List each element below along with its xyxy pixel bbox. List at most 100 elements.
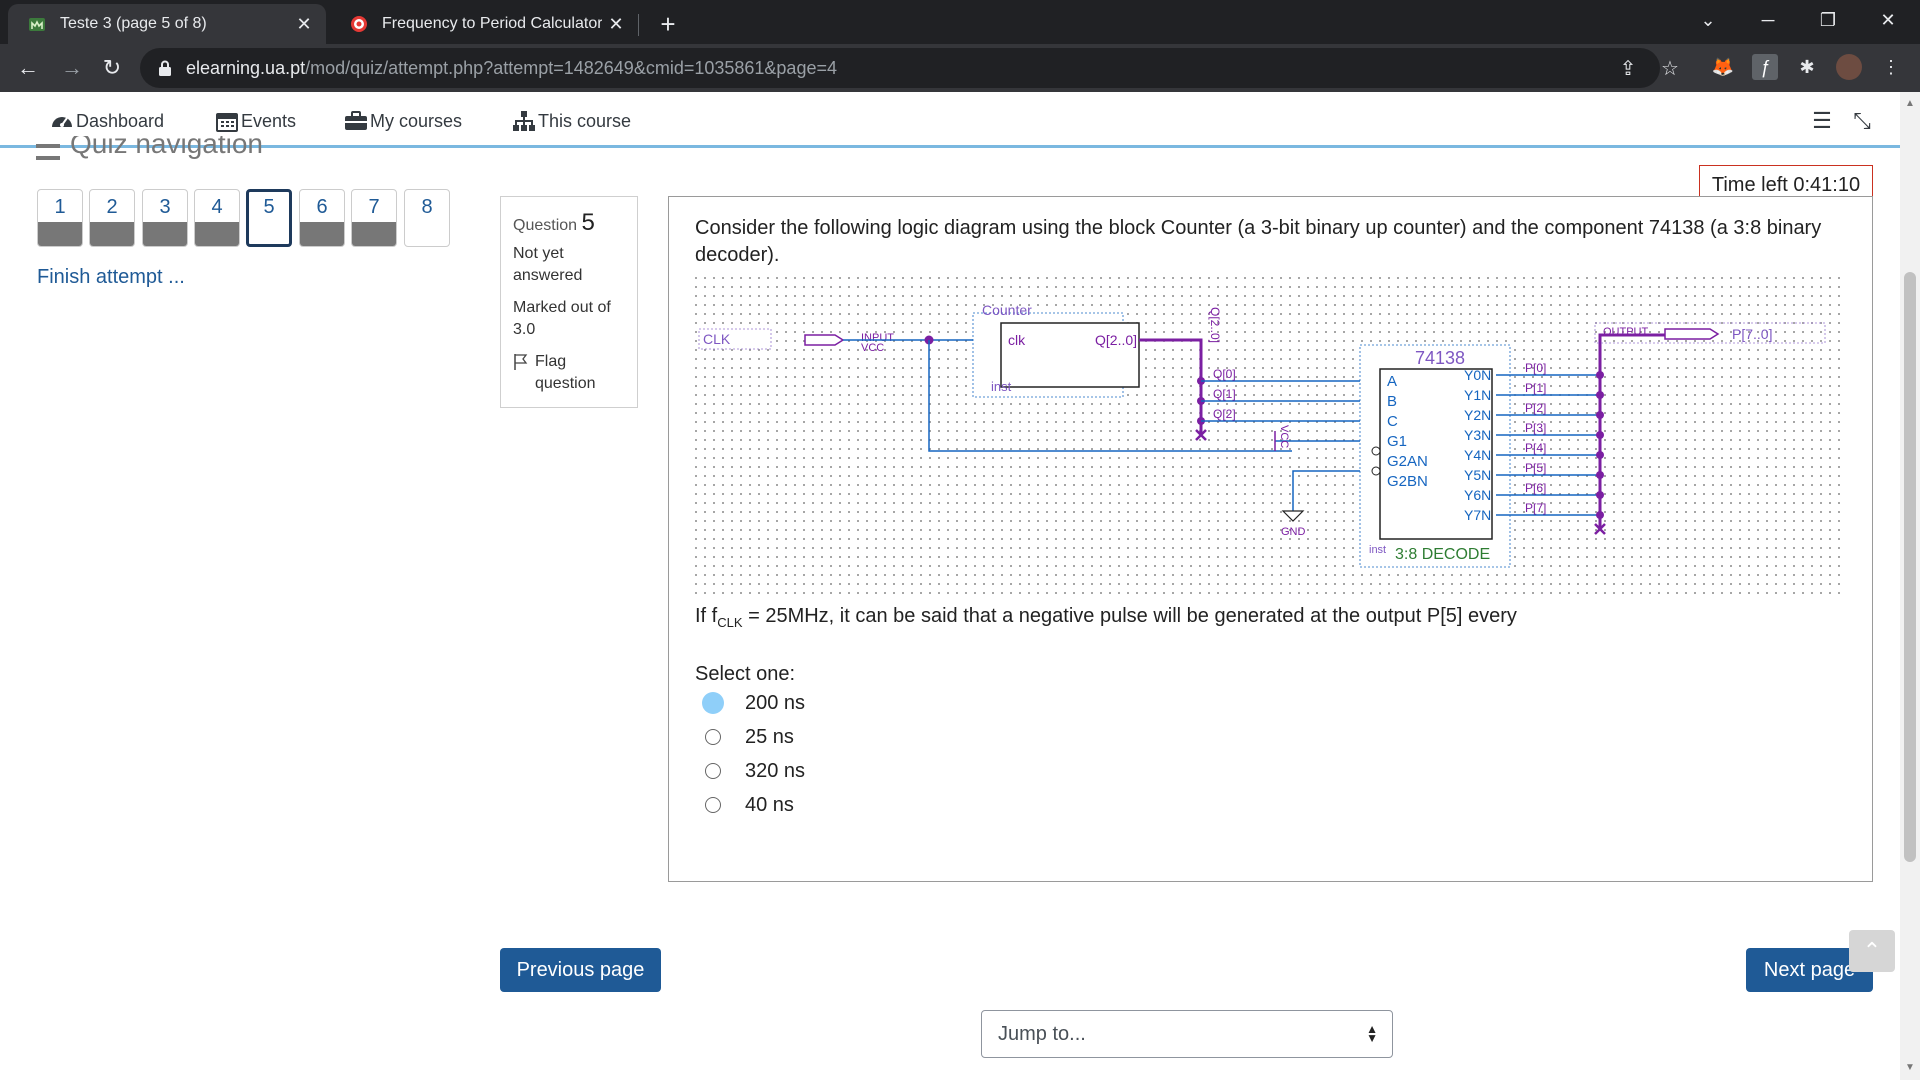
option-label: 25 ns xyxy=(745,725,794,748)
question-button-1[interactable]: 1 xyxy=(37,189,83,247)
tab-title: Teste 3 (page 5 of 8) xyxy=(60,15,207,32)
select-one-label: Select one: xyxy=(695,663,796,685)
nav-dashboard[interactable]: Dashboard xyxy=(50,108,164,134)
finish-attempt-link[interactable]: Finish attempt ... xyxy=(37,266,185,289)
answer-option-200ns[interactable]: 200 ns xyxy=(702,688,805,718)
question-button-2[interactable]: 2 xyxy=(89,189,135,247)
answer-option-25ns[interactable]: 25 ns xyxy=(705,722,794,752)
drawer-toggle-icon[interactable]: ☰ xyxy=(1808,108,1836,134)
scrollbar-thumb[interactable] xyxy=(1904,272,1916,862)
decoder-input-b: B xyxy=(1387,393,1397,410)
nav-my-courses[interactable]: My courses xyxy=(344,108,462,134)
decoder-output-y0: Y0N xyxy=(1464,367,1491,383)
nav-this-course[interactable]: This course xyxy=(512,108,631,134)
counter-inst-label: inst xyxy=(991,379,1012,394)
p1-label: P[1] xyxy=(1525,381,1546,395)
nav-label: My courses xyxy=(370,110,463,131)
question-button-7[interactable]: 7 xyxy=(351,189,397,247)
clk-label: CLK xyxy=(703,331,731,347)
decoder-title: 74138 xyxy=(1415,348,1465,368)
input-pin xyxy=(804,334,845,346)
browser-tab-bar: Teste 3 (page 5 of 8) ✕ Frequency to Per… xyxy=(0,0,1920,44)
restore-icon[interactable]: ❐ xyxy=(1800,0,1856,40)
g2bn-inverter-bubble xyxy=(1371,466,1381,476)
vcc-label: VCC xyxy=(861,342,884,354)
radio-button[interactable] xyxy=(705,763,721,779)
counter-title: Counter xyxy=(982,302,1032,318)
radio-button[interactable] xyxy=(705,797,721,813)
minimize-icon[interactable]: ─ xyxy=(1740,0,1796,40)
previous-page-button[interactable]: Previous page xyxy=(500,948,661,992)
question-button-8[interactable]: 8 xyxy=(404,189,450,247)
output-pin xyxy=(1664,328,1720,340)
prompt-text: If f xyxy=(695,605,718,627)
tab-quiz[interactable]: Teste 3 (page 5 of 8) ✕ xyxy=(8,4,326,44)
question-number: 7 xyxy=(368,196,380,218)
question-button-4[interactable]: 4 xyxy=(194,189,240,247)
question-button-6[interactable]: 6 xyxy=(299,189,345,247)
question-button-3[interactable]: 3 xyxy=(142,189,188,247)
dashboard-icon xyxy=(52,117,72,127)
tab-separator xyxy=(638,14,639,36)
decoder-input-g1: G1 xyxy=(1387,433,1407,450)
answered-indicator xyxy=(38,222,82,246)
answer-option-40ns[interactable]: 40 ns xyxy=(705,790,794,820)
page-scrollbar[interactable]: ▲ ▼ xyxy=(1900,92,1920,1080)
question-number: 5 xyxy=(263,196,275,218)
formula-extension-icon[interactable]: ƒ xyxy=(1752,54,1778,80)
forward-icon[interactable]: → xyxy=(56,52,88,84)
quiz-navigation-heading: Quiz navigation xyxy=(36,136,263,160)
g2an-inverter-bubble xyxy=(1371,446,1381,456)
flag-question-toggle[interactable]: Flag question xyxy=(513,351,637,395)
question-number: 3 xyxy=(159,196,171,218)
scroll-down-icon[interactable]: ▼ xyxy=(1904,1062,1916,1074)
hamburger-icon xyxy=(36,144,60,160)
nav-events[interactable]: Events xyxy=(215,108,296,134)
profile-avatar[interactable] xyxy=(1836,54,1862,80)
site-navigation: Dashboard Events My courses This course … xyxy=(0,92,1900,148)
page-content: Dashboard Events My courses This course … xyxy=(0,92,1920,1080)
dotted-grid xyxy=(695,277,1845,597)
back-to-top-button[interactable]: ⌃ xyxy=(1849,930,1895,972)
decoder-input-a: A xyxy=(1387,373,1397,390)
select-caret-icon: ▲ ▼ xyxy=(1366,1022,1378,1045)
answer-option-320ns[interactable]: 320 ns xyxy=(705,756,805,786)
reload-icon[interactable]: ↻ xyxy=(96,52,128,84)
question-number: 2 xyxy=(106,196,118,218)
nav-label: Dashboard xyxy=(76,110,165,131)
scroll-up-icon[interactable]: ▲ xyxy=(1904,98,1916,110)
tab-title: Frequency to Period Calculator xyxy=(382,15,602,32)
tab-frequency-calculator[interactable]: Frequency to Period Calculator ✕ xyxy=(330,4,638,44)
new-tab-icon[interactable]: + xyxy=(652,10,684,38)
extensions-puzzle-icon[interactable]: ✱ xyxy=(1794,54,1820,80)
q-bus-label: Q[2..0] xyxy=(1208,307,1222,343)
tab-search-icon[interactable]: ⌄ xyxy=(1680,0,1736,40)
marks-line: 3.0 xyxy=(513,321,536,338)
back-icon[interactable]: ← xyxy=(12,52,44,84)
radio-button-selected[interactable] xyxy=(702,692,724,714)
sitemap-icon xyxy=(513,111,535,131)
counter-output-pin: Q[2..0] xyxy=(1095,332,1137,348)
decoder-input-g2bn: G2BN xyxy=(1387,473,1428,490)
close-tab-icon[interactable]: ✕ xyxy=(602,10,630,38)
compress-icon[interactable]: ⤡ xyxy=(1848,108,1876,134)
browser-menu-icon[interactable]: ⋮ xyxy=(1878,54,1904,80)
share-icon[interactable]: ⇪ xyxy=(1616,56,1640,80)
moodle-favicon-icon xyxy=(29,18,45,31)
metamask-extension-icon[interactable]: 🦊 xyxy=(1710,54,1736,80)
counter-clk-pin: clk xyxy=(1008,332,1026,348)
close-tab-icon[interactable]: ✕ xyxy=(290,10,318,38)
bookmark-star-icon[interactable]: ☆ xyxy=(1658,56,1682,80)
question-content: Consider the following logic diagram usi… xyxy=(668,196,1873,882)
jump-to-select[interactable]: Jump to... ▲ ▼ xyxy=(981,1010,1393,1058)
window-close-icon[interactable]: ✕ xyxy=(1860,0,1916,40)
output-bus-label: P[7..0] xyxy=(1732,326,1772,342)
prompt-text: = 25MHz, it can be said that a negative … xyxy=(742,605,1517,627)
g1-vcc-label: VCC xyxy=(1278,425,1290,448)
address-bar[interactable]: elearning.ua.pt/mod/quiz/attempt.php?att… xyxy=(140,48,1679,88)
question-button-5[interactable]: 5 xyxy=(246,189,292,247)
p3-label: P[3] xyxy=(1525,421,1546,435)
question-grade: Marked out of 3.0 xyxy=(513,297,637,341)
radio-button[interactable] xyxy=(705,729,721,745)
p2-label: P[2] xyxy=(1525,401,1546,415)
